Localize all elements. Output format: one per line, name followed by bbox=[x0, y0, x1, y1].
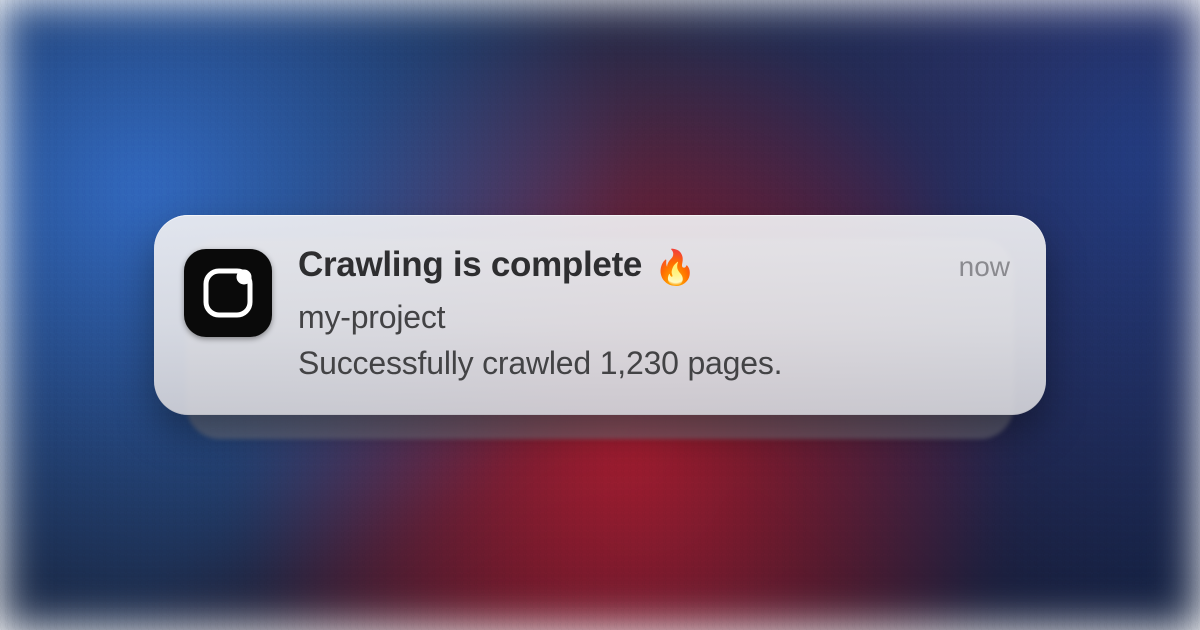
app-badge-icon bbox=[200, 265, 256, 321]
notification-stack: Crawling is complete 🔥 now my-project Su… bbox=[154, 215, 1046, 415]
notification-title: Crawling is complete bbox=[298, 245, 642, 285]
notification-subtitle: my-project bbox=[298, 295, 1010, 339]
fire-emoji: 🔥 bbox=[654, 251, 696, 285]
notification-text: Crawling is complete 🔥 now my-project Su… bbox=[298, 243, 1010, 385]
app-icon bbox=[184, 249, 272, 337]
notification-body: Successfully crawled 1,230 pages. bbox=[298, 341, 1010, 385]
notification-timestamp: now bbox=[959, 251, 1010, 283]
notification-card[interactable]: Crawling is complete 🔥 now my-project Su… bbox=[154, 215, 1046, 415]
